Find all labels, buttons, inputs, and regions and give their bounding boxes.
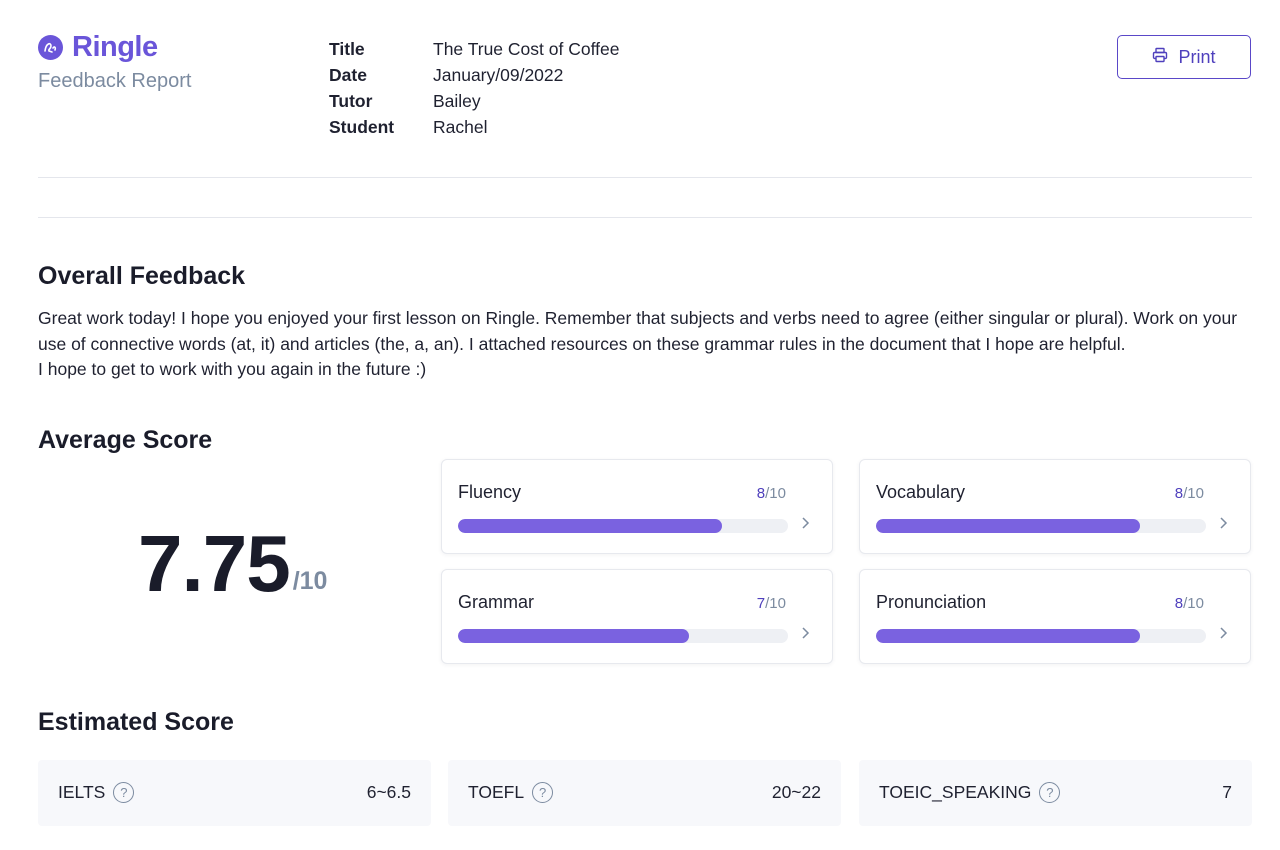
chevron-right-icon [800,516,810,535]
estimated-score-label: TOEIC_SPEAKING? [879,782,1061,803]
score-card-label: Fluency [458,482,522,502]
score-card-grammar[interactable]: Grammar 7/10 [441,569,833,664]
score-card-value: 8/10 [1174,595,1204,612]
feedback-paragraph: I hope to get to work with you again in … [38,359,427,379]
average-score-number: 7.75 [138,519,291,608]
estimated-score-toefl: TOEFL? 20~22 [448,760,841,826]
score-card-pronunciation[interactable]: Pronunciation 8/10 [859,569,1251,664]
score-bar-fill [458,629,689,643]
question-circle-icon[interactable]: ? [1039,782,1061,803]
meta-key: Tutor [329,90,373,111]
meta-value: Rachel [433,116,488,137]
estimated-score-label: TOEFL? [468,782,554,803]
meta-value: January/09/2022 [433,64,564,85]
meta-row-title: Title The True Cost of Coffee [329,36,619,62]
score-bar-fill [458,519,722,533]
average-score-heading: Average Score [38,426,213,454]
score-bar-fill [876,519,1140,533]
estimated-score-label: IELTS? [58,782,135,803]
score-bar-fill [876,629,1140,643]
score-card-label: Pronunciation [876,592,987,612]
meta-value: Bailey [433,90,481,111]
meta-key: Student [329,116,395,137]
meta-value: The True Cost of Coffee [433,38,620,59]
question-circle-icon[interactable]: ? [113,782,135,803]
estimated-score-toeic-speaking: TOEIC_SPEAKING? 7 [859,760,1252,826]
estimated-score-heading: Estimated Score [38,708,234,736]
printer-icon [1152,47,1178,68]
estimated-score-value: 7 [1222,782,1232,802]
estimated-score-value: 20~22 [771,782,821,802]
chevron-right-icon [800,626,810,645]
score-bar [876,629,1206,643]
brand-name: Ringle [72,30,158,63]
meta-key: Title [329,38,365,59]
score-card-value: 7/10 [756,595,786,612]
meta-row-tutor: Tutor Bailey [329,88,619,114]
feedback-paragraph: Great work today! I hope you enjoyed you… [38,308,1238,354]
print-button[interactable]: Print [1117,35,1251,79]
estimated-score-ielts: IELTS? 6~6.5 [38,760,431,826]
score-card-label: Vocabulary [876,482,966,502]
chevron-right-icon [1218,516,1228,535]
score-card-value: 8/10 [756,485,786,502]
meta-key: Date [329,64,367,85]
estimated-score-value: 6~6.5 [366,782,411,802]
divider [38,177,1252,178]
average-score-denominator: /10 [292,567,328,595]
chevron-right-icon [1218,626,1228,645]
meta-row-date: Date January/09/2022 [329,62,619,88]
average-score-value: 7.75 /10 [138,518,327,610]
divider [38,217,1252,218]
question-circle-icon[interactable]: ? [532,782,554,803]
score-bar [876,519,1206,533]
overall-feedback-text: Great work today! I hope you enjoyed you… [38,306,1258,383]
ringle-logo-icon [38,34,63,60]
score-card-vocabulary[interactable]: Vocabulary 8/10 [859,459,1251,554]
overall-feedback-heading: Overall Feedback [38,262,246,290]
score-card-label: Grammar [458,592,534,612]
score-bar [458,629,788,643]
score-bar [458,519,788,533]
score-card-fluency[interactable]: Fluency 8/10 [441,459,833,554]
lesson-meta: Title The True Cost of Coffee Date Janua… [329,36,619,140]
report-subtitle: Feedback Report [38,70,192,92]
score-card-value: 8/10 [1174,485,1204,502]
brand: Ringle Feedback Report [38,30,191,93]
print-label: Print [1178,46,1216,67]
meta-row-student: Student Rachel [329,114,619,140]
